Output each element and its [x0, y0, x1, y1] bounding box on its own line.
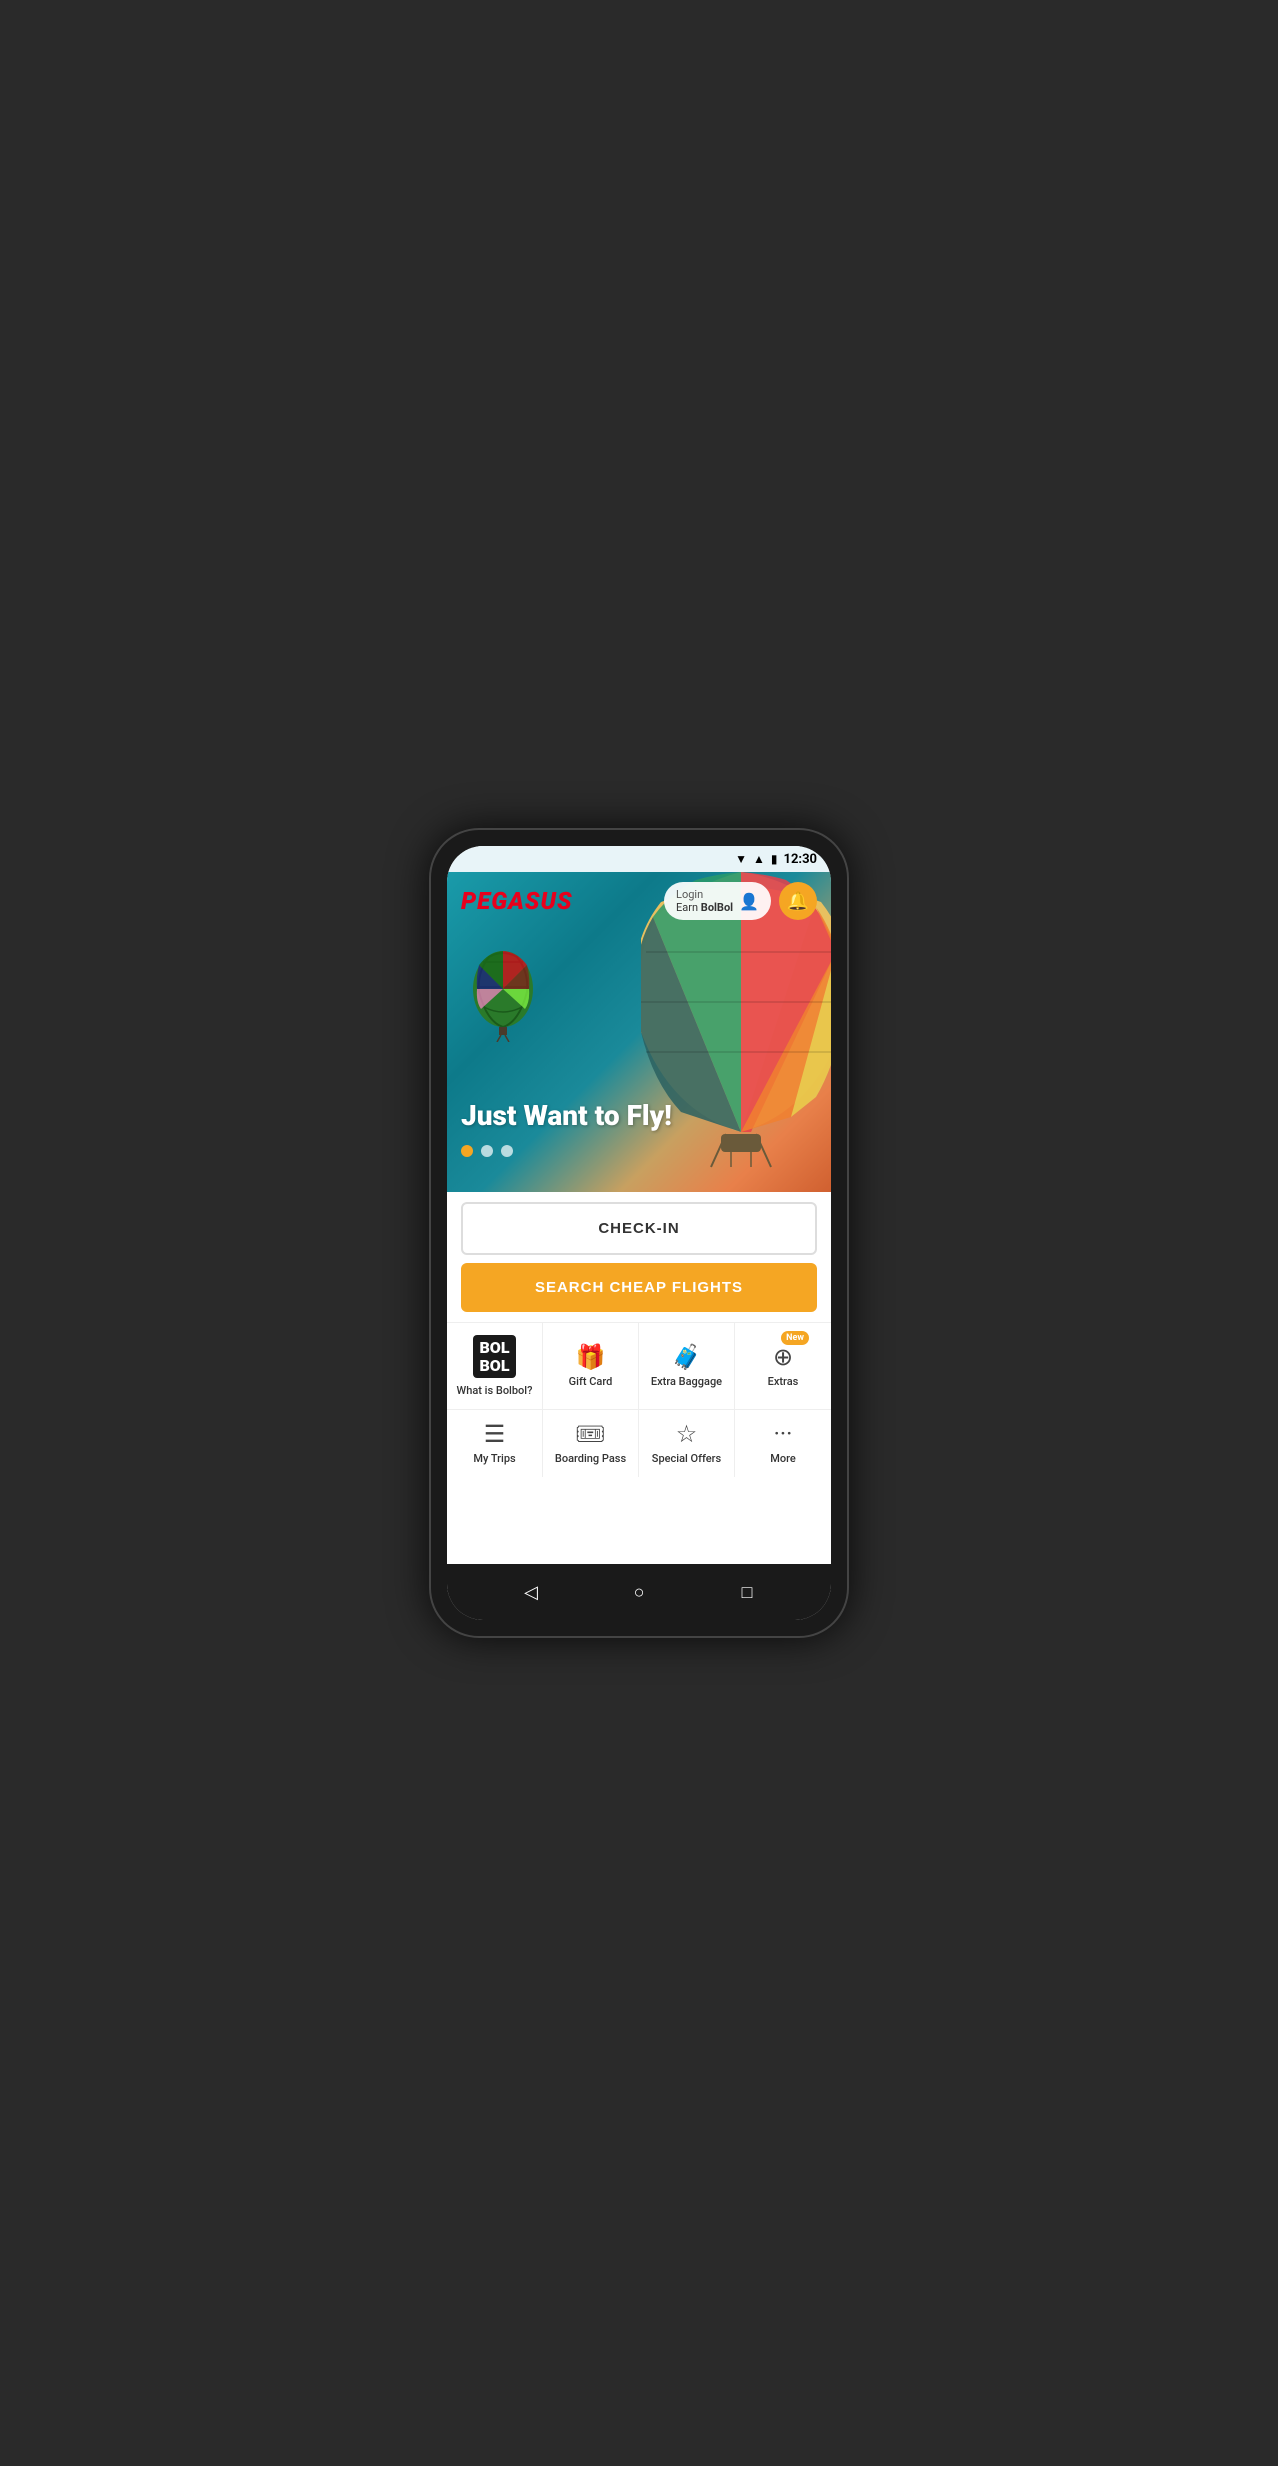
header-right: LoginEarn BolBol 👤 🔔 [664, 882, 817, 920]
status-bar: ▼ ▲ ▮ 12:30 [447, 846, 831, 872]
status-time: 12:30 [784, 852, 818, 867]
more-item[interactable]: ··· More [735, 1410, 831, 1477]
more-icon: ··· [774, 1422, 793, 1446]
dot-2[interactable] [481, 1145, 493, 1157]
icon-grid-row1: BOLBOL What is Bolbol? 🎁 Gift Card 🧳 Ext… [447, 1322, 831, 1410]
extra-baggage-item[interactable]: 🧳 Extra Baggage [639, 1323, 735, 1410]
hero-dots [461, 1145, 513, 1157]
cta-section: CHECK-IN SEARCH CHEAP FLIGHTS [447, 1192, 831, 1322]
hero-section: PEGASUS LoginEarn BolBol 👤 🔔 Just Want t… [447, 872, 831, 1192]
gift-icon: 🎁 [576, 1345, 606, 1369]
my-trips-icon: ☰ [484, 1422, 506, 1446]
home-button[interactable]: ○ [625, 1578, 653, 1606]
phone-frame: ▼ ▲ ▮ 12:30 [429, 828, 849, 1638]
bolbol-item[interactable]: BOLBOL What is Bolbol? [447, 1323, 543, 1410]
small-balloon-icon [469, 947, 537, 1042]
dot-1[interactable] [461, 1145, 473, 1157]
my-trips-item[interactable]: ☰ My Trips [447, 1410, 543, 1477]
star-icon: ☆ [676, 1422, 698, 1446]
checkin-button[interactable]: CHECK-IN [461, 1202, 817, 1255]
baggage-icon: 🧳 [672, 1345, 702, 1369]
hero-header: PEGASUS LoginEarn BolBol 👤 🔔 [447, 872, 831, 930]
bell-icon: 🔔 [787, 891, 809, 912]
my-trips-label: My Trips [473, 1452, 515, 1465]
boarding-pass-item[interactable]: 🎟 Boarding Pass [543, 1410, 639, 1477]
phone-screen: ▼ ▲ ▮ 12:30 [447, 846, 831, 1620]
signal-icon: ▲ [753, 852, 765, 866]
icon-grid-row2: ☰ My Trips 🎟 Boarding Pass ☆ Special Off… [447, 1410, 831, 1477]
gift-card-item[interactable]: 🎁 Gift Card [543, 1323, 639, 1410]
person-icon: 👤 [739, 892, 759, 911]
dot-3[interactable] [501, 1145, 513, 1157]
hero-tagline: Just Want to Fly! [461, 1101, 672, 1132]
nav-bar: ◁ ○ □ [447, 1564, 831, 1620]
more-label: More [770, 1452, 796, 1465]
special-offers-label: Special Offers [652, 1452, 721, 1465]
extras-label: Extras [768, 1375, 799, 1388]
extras-icon: ⊕ [773, 1345, 793, 1369]
gift-card-label: Gift Card [569, 1375, 613, 1388]
login-text: LoginEarn BolBol [676, 888, 733, 914]
login-button[interactable]: LoginEarn BolBol 👤 [664, 882, 771, 920]
back-button[interactable]: ◁ [517, 1578, 545, 1606]
pegasus-logo: PEGASUS [461, 887, 573, 915]
boarding-pass-label: Boarding Pass [555, 1452, 626, 1465]
bell-button[interactable]: 🔔 [779, 882, 817, 920]
bolbol-label: What is Bolbol? [457, 1384, 533, 1397]
special-offers-item[interactable]: ☆ Special Offers [639, 1410, 735, 1477]
boarding-pass-icon: 🎟 [575, 1422, 605, 1446]
extra-baggage-label: Extra Baggage [651, 1375, 722, 1388]
battery-icon: ▮ [771, 852, 778, 866]
search-flights-button[interactable]: SEARCH CHEAP FLIGHTS [461, 1263, 817, 1312]
wifi-icon: ▼ [735, 852, 747, 866]
new-badge: New [781, 1331, 809, 1345]
bolbol-logo-icon: BOLBOL [473, 1335, 515, 1378]
extras-item[interactable]: New ⊕ Extras [735, 1323, 831, 1410]
recent-button[interactable]: □ [733, 1578, 761, 1606]
